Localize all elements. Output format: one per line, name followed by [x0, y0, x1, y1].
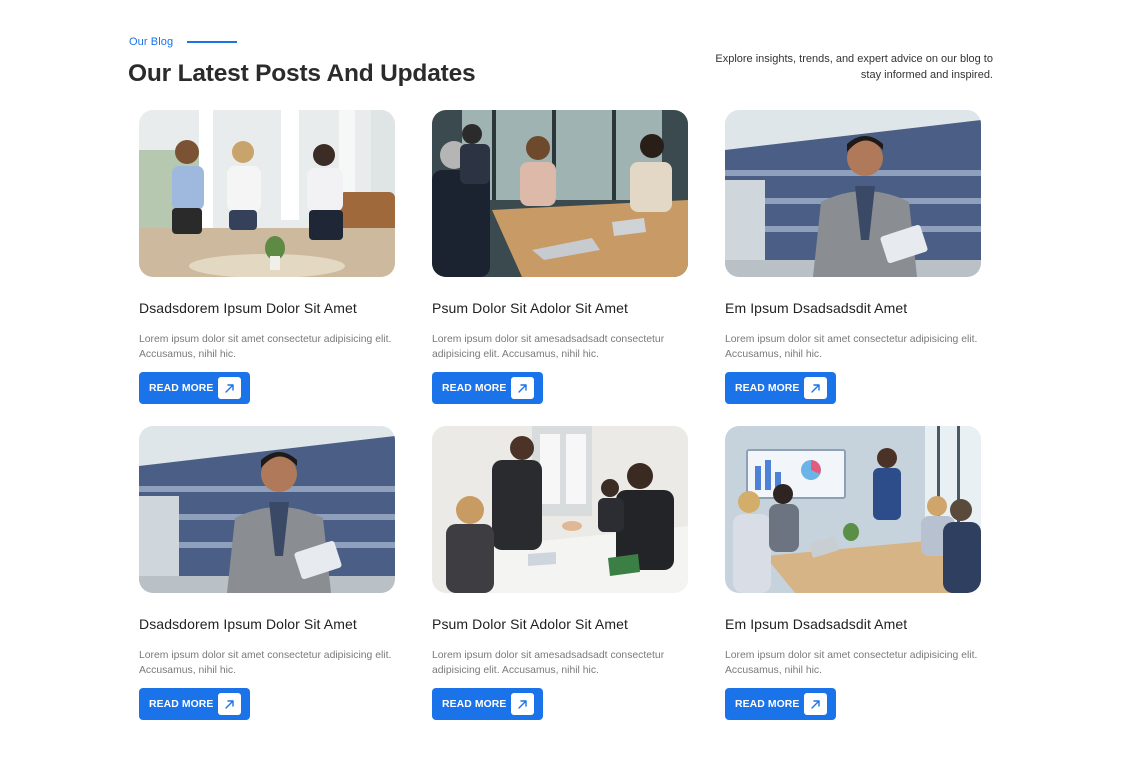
read-more-label: READ MORE — [149, 698, 214, 710]
arrow-up-right-icon — [804, 693, 827, 715]
read-more-button[interactable]: READ MORE — [139, 372, 250, 404]
post-title[interactable]: Dsadsdorem Ipsum Dolor Sit Amet — [139, 300, 357, 316]
post-excerpt: Lorem ipsum dolor sit amet consectetur a… — [139, 334, 392, 360]
section-tag-divider — [187, 41, 238, 43]
read-more-button[interactable]: READ MORE — [139, 688, 250, 720]
read-more-label: READ MORE — [442, 698, 507, 710]
read-more-label: READ MORE — [735, 382, 800, 394]
arrow-up-right-icon — [218, 377, 241, 399]
arrow-up-right-icon — [511, 377, 534, 399]
post-image[interactable] — [725, 110, 981, 277]
post-card: Dsadsdorem Ipsum Dolor Sit Amet Lorem ip… — [139, 110, 395, 404]
section-tag-label: Our Blog — [129, 36, 174, 48]
section-intro: Explore insights, trends, and expert adv… — [715, 53, 993, 81]
post-card: Em Ipsum Dsadsadsdit Amet Lorem ipsum do… — [725, 426, 981, 720]
post-card: Psum Dolor Sit Adolor Sit Amet Lorem ips… — [432, 110, 688, 404]
post-title[interactable]: Dsadsdorem Ipsum Dolor Sit Amet — [139, 616, 357, 632]
section-tag: Our Blog — [129, 36, 238, 48]
post-excerpt: Lorem ipsum dolor sit amet consectetur a… — [139, 650, 392, 676]
post-card: Em Ipsum Dsadsadsdit Amet Lorem ipsum do… — [725, 110, 981, 404]
arrow-up-right-icon — [511, 693, 534, 715]
read-more-button[interactable]: READ MORE — [725, 688, 836, 720]
read-more-label: READ MORE — [442, 382, 507, 394]
office-lounge-meeting-photo — [139, 110, 395, 277]
post-excerpt: Lorem ipsum dolor sit amet consectetur a… — [725, 334, 978, 360]
post-image[interactable] — [432, 110, 688, 277]
post-excerpt: Lorem ipsum dolor sit amesadsadsadt cons… — [432, 334, 665, 360]
post-card: Psum Dolor Sit Adolor Sit Amet Lorem ips… — [432, 426, 688, 720]
arrow-up-right-icon — [218, 693, 241, 715]
conference-table-team-photo — [432, 110, 688, 277]
read-more-button[interactable]: READ MORE — [725, 372, 836, 404]
post-title[interactable]: Psum Dolor Sit Adolor Sit Amet — [432, 616, 628, 632]
post-title[interactable]: Psum Dolor Sit Adolor Sit Amet — [432, 300, 628, 316]
read-more-button[interactable]: READ MORE — [432, 688, 543, 720]
post-title[interactable]: Em Ipsum Dsadsadsdit Amet — [725, 616, 907, 632]
post-image[interactable] — [432, 426, 688, 593]
handshake-meeting-photo — [432, 426, 688, 593]
post-title[interactable]: Em Ipsum Dsadsadsdit Amet — [725, 300, 907, 316]
post-image[interactable] — [139, 426, 395, 593]
read-more-button[interactable]: READ MORE — [432, 372, 543, 404]
read-more-label: READ MORE — [735, 698, 800, 710]
post-card: Dsadsdorem Ipsum Dolor Sit Amet Lorem ip… — [139, 426, 395, 720]
post-grid: Dsadsdorem Ipsum Dolor Sit Amet Lorem ip… — [139, 110, 981, 720]
post-excerpt: Lorem ipsum dolor sit amesadsadsadt cons… — [432, 650, 665, 676]
page-title: Our Latest Posts And Updates — [128, 60, 476, 87]
businessman-with-tablet-photo — [139, 426, 395, 593]
boardroom-presentation-photo — [725, 426, 981, 593]
post-excerpt: Lorem ipsum dolor sit amet consectetur a… — [725, 650, 978, 676]
post-image[interactable] — [725, 426, 981, 593]
businessman-with-tablet-photo — [725, 110, 981, 277]
read-more-label: READ MORE — [149, 382, 214, 394]
arrow-up-right-icon — [804, 377, 827, 399]
post-image[interactable] — [139, 110, 395, 277]
